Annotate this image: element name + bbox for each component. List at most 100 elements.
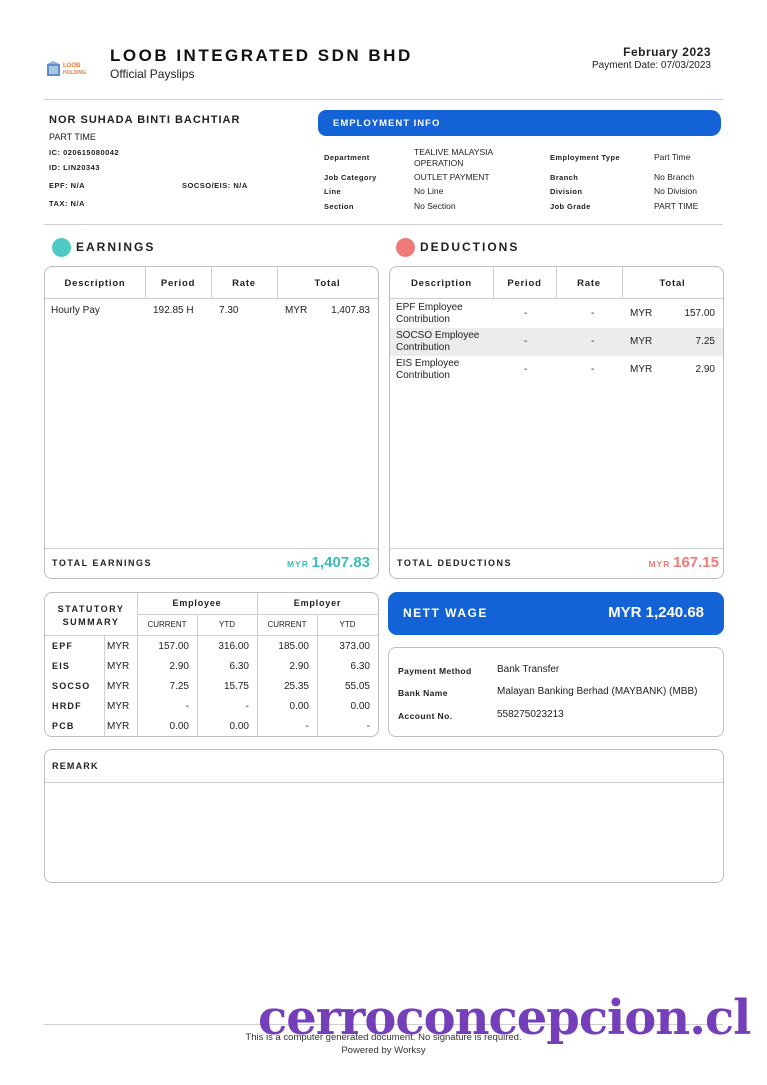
employee-ytd-header: YTD	[219, 620, 235, 629]
deductions-dot-icon	[396, 238, 415, 257]
division-label: Division	[550, 187, 583, 196]
employee-socso-eis: SOCSO/EIS: N/A	[182, 181, 248, 190]
divider	[44, 99, 723, 100]
deductions-title: DEDUCTIONS	[420, 240, 520, 254]
earnings-row-currency: MYR	[285, 305, 308, 316]
payment-method-label: Payment Method	[398, 666, 472, 676]
table-row: PCB MYR 0.00 0.00 - -	[52, 721, 370, 732]
employee-ic: IC: 020615080042	[49, 148, 120, 157]
section-value: No Section	[414, 201, 456, 211]
total-deductions-currency: MYR	[648, 559, 671, 569]
earnings-row-description: Hourly Pay	[51, 305, 100, 316]
remark-title: REMARK	[52, 761, 99, 771]
earnings-col-rate: Rate	[232, 278, 256, 289]
employee-tax: TAX: N/A	[49, 199, 85, 208]
statutory-summary-title: STATUTORY SUMMARY	[57, 604, 125, 627]
deduction-rate: -	[591, 336, 595, 347]
deduction-currency: MYR	[630, 336, 653, 347]
deduction-description: EIS Employee Contribution	[396, 358, 460, 381]
total-earnings-currency: MYR	[286, 559, 309, 569]
logo-text-top: LOOB	[63, 63, 81, 69]
deduction-currency: MYR	[630, 364, 653, 375]
employer-current-header: CURRENT	[267, 620, 307, 629]
nett-wage-label: NETT WAGE	[403, 606, 488, 620]
payment-details-panel: Payment Method Bank Transfer Bank Name M…	[388, 647, 724, 737]
payment-method-value: Bank Transfer	[497, 664, 560, 675]
deduction-currency: MYR	[630, 308, 653, 319]
employee-id: ID: LIN20343	[49, 163, 101, 172]
table-row: HRDF MYR - - 0.00 0.00	[52, 701, 370, 712]
job-grade-value: PART TIME	[654, 201, 699, 211]
earnings-panel: Description Period Rate Total Hourly Pay…	[44, 266, 379, 579]
deduction-description: EPF Employee Contribution	[396, 302, 463, 325]
earnings-col-total: Total	[314, 278, 341, 289]
job-grade-label: Job Grade	[550, 202, 591, 211]
account-no-label: Account No.	[398, 711, 453, 721]
employee-epf: EPF: N/A	[49, 181, 86, 190]
line-value: No Line	[414, 186, 444, 196]
deduction-total: 2.90	[695, 364, 715, 375]
table-row: SOCSO MYR 7.25 15.75 25.35 55.05	[52, 681, 370, 692]
deductions-panel: Description Period Rate Total EPF Employ…	[389, 266, 724, 579]
employment-type-value: Part Time	[654, 152, 691, 162]
deductions-col-period: Period	[507, 278, 542, 289]
table-row: EPF MYR 157.00 316.00 185.00 373.00	[52, 641, 370, 652]
line-label: Line	[324, 187, 342, 196]
earnings-col-description: Description	[64, 278, 126, 289]
footer-powered-by: Powered by Worksy	[341, 1045, 426, 1056]
employment-info-header: EMPLOYMENT INFO	[318, 110, 721, 136]
table-row: EIS Employee Contribution - - MYR 2.90	[390, 356, 723, 384]
watermark: cerroconcepcion.cl	[258, 990, 751, 1046]
earnings-dot-icon	[52, 238, 71, 257]
section-label: Section	[324, 202, 354, 211]
employer-ytd-header: YTD	[339, 620, 356, 629]
total-deductions-label: TOTAL DEDUCTIONS	[397, 558, 513, 568]
pay-period: February 2023	[623, 45, 711, 59]
logo-text-bottom: HOLDING	[63, 70, 87, 76]
department-value-2: OPERATION	[414, 158, 464, 168]
deductions-col-description: Description	[410, 278, 473, 289]
divider	[44, 224, 723, 225]
earnings-row-period: 192.85 H	[153, 305, 194, 316]
deductions-col-rate: Rate	[577, 278, 601, 289]
deduction-period: -	[524, 364, 528, 375]
deduction-total: 7.25	[695, 336, 715, 347]
remark-panel: REMARK	[44, 749, 724, 883]
employee-type: PART TIME	[49, 132, 96, 142]
employee-group-header: Employee	[172, 598, 222, 608]
company-logo: LOOB HOLDING	[46, 61, 90, 79]
division-value: No Division	[654, 186, 697, 196]
deduction-description: SOCSO Employee Contribution	[396, 330, 480, 353]
employer-group-header: Employer	[293, 598, 342, 608]
earnings-title: EARNINGS	[76, 240, 156, 254]
nett-wage-banner: NETT WAGE MYR 1,240.68	[388, 592, 724, 635]
table-row: EIS MYR 2.90 6.30 2.90 6.30	[52, 661, 370, 672]
employee-name: NOR SUHADA BINTI BACHTIAR	[49, 114, 241, 126]
total-earnings: MYR 1,407.83	[287, 554, 370, 571]
table-row: EPF Employee Contribution - - MYR 157.00	[390, 300, 723, 328]
job-category-value: OUTLET PAYMENT	[414, 172, 490, 182]
statutory-summary-panel: STATUTORY SUMMARY Employee Employer CURR…	[44, 592, 379, 737]
bank-name-value: Malayan Banking Berhad (MAYBANK) (MBB)	[497, 686, 698, 697]
branch-label: Branch	[550, 173, 579, 182]
deduction-rate: -	[591, 364, 595, 375]
total-earnings-label: TOTAL EARNINGS	[52, 558, 153, 568]
department-value-1: TEALIVE MALAYSIA	[414, 147, 494, 157]
table-row: SOCSO Employee Contribution - - MYR 7.25	[390, 328, 723, 356]
nett-wage-value: MYR 1,240.68	[608, 604, 704, 621]
deduction-rate: -	[591, 308, 595, 319]
deduction-period: -	[524, 308, 528, 319]
deduction-period: -	[524, 336, 528, 347]
deductions-col-total: Total	[659, 278, 686, 289]
document-title: Official Payslips	[110, 67, 195, 81]
earnings-row-total: 1,407.83	[331, 305, 370, 316]
bank-name-label: Bank Name	[398, 688, 448, 698]
total-deductions: MYR 167.15	[648, 554, 719, 571]
employment-type-label: Employment Type	[550, 153, 621, 162]
account-no-value: 558275023213	[497, 709, 564, 720]
employee-current-header: CURRENT	[147, 620, 187, 629]
total-deductions-value: 167.15	[673, 554, 719, 571]
payment-date: Payment Date: 07/03/2023	[592, 60, 711, 71]
company-name: LOOB INTEGRATED SDN BHD	[110, 46, 413, 65]
earnings-col-period: Period	[160, 278, 196, 289]
